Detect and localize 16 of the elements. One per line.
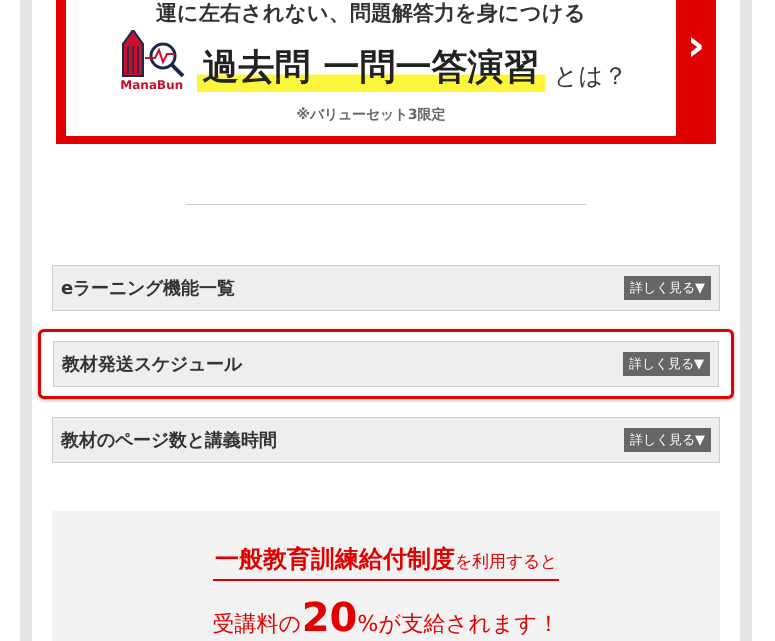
details-button[interactable]: 詳しく見る▼ <box>623 352 710 376</box>
banner-note: ※バリューセット3限定 <box>296 106 446 124</box>
banner-headline: 運に左右されない、問題解答力を身につける <box>156 0 586 26</box>
details-button[interactable]: 詳しく見る▼ <box>624 428 711 452</box>
banner-title-suffix: とは？ <box>553 61 628 92</box>
logo-text: ManaBun <box>120 78 184 92</box>
chevron-icon[interactable]: › <box>676 0 716 136</box>
accordion-title: 教材のページ数と講義時間 <box>61 429 277 452</box>
accordion-header[interactable]: eラーニング機能一覧 詳しく見る▼ <box>52 265 720 311</box>
accordion-header[interactable]: 教材発送スケジュール 詳しく見る▼ <box>53 341 719 387</box>
benefit-heading: 一般教育訓練給付制度を利用すると <box>213 543 559 581</box>
accordion-title: eラーニング機能一覧 <box>61 277 236 300</box>
benefit-text: 受講料の 20%が支給されます！ <box>212 595 560 641</box>
accordion-title: 教材発送スケジュール <box>62 353 242 376</box>
details-button[interactable]: 詳しく見る▼ <box>624 276 711 300</box>
accordion-header[interactable]: 教材のページ数と講義時間 詳しく見る▼ <box>52 417 720 463</box>
